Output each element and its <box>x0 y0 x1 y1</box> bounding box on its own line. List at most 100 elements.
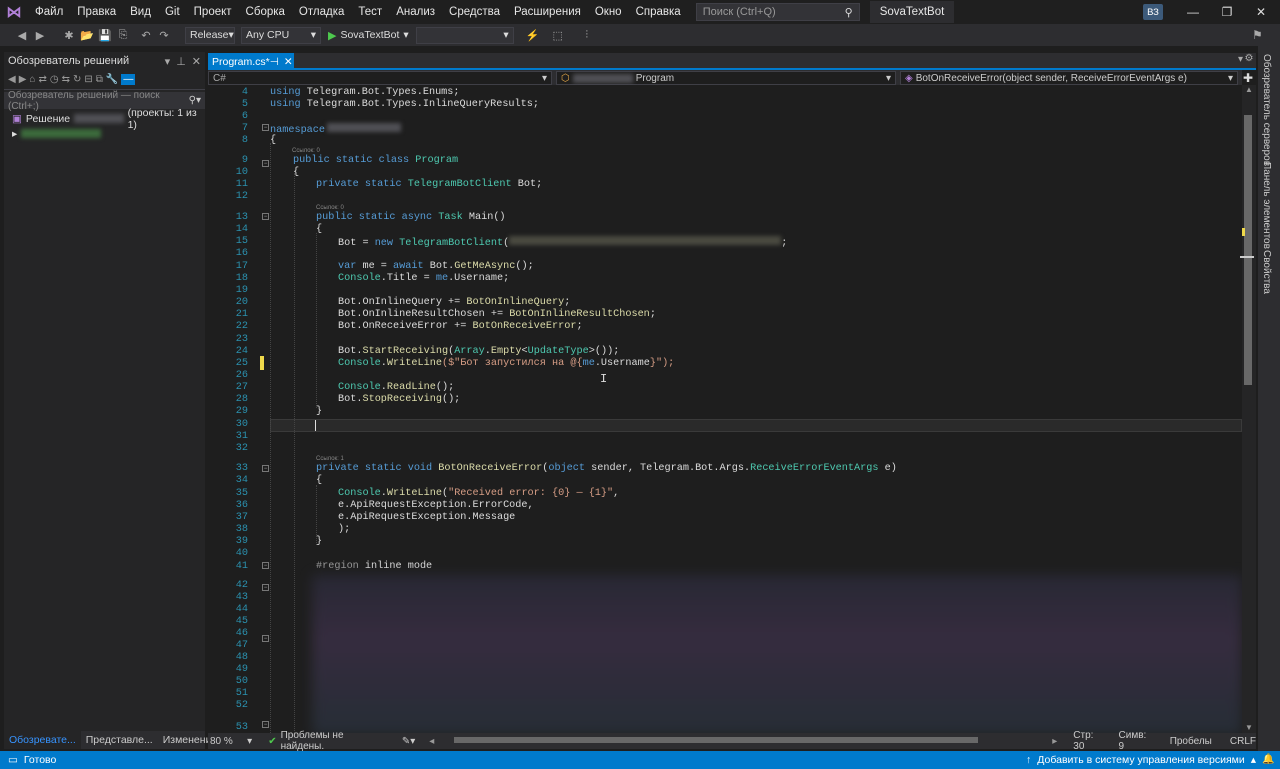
browse-icon[interactable]: ⬚ <box>550 29 566 42</box>
show-all-files-icon[interactable]: ⧉ <box>96 74 103 85</box>
tab-class-view[interactable]: Представле... <box>81 731 158 749</box>
scroll-right-icon[interactable]: ▸ <box>1052 736 1057 747</box>
pin-icon[interactable]: ⊥ <box>176 55 186 68</box>
solution-node[interactable]: ▣ Решение (проекты: 1 из 1) <box>4 107 205 131</box>
column-indicator[interactable]: Симв: 9 <box>1119 730 1152 752</box>
project-dropdown[interactable]: C# ▾ <box>208 71 552 85</box>
class-dropdown[interactable]: ⬡ Program ▾ <box>556 71 896 85</box>
menu-window[interactable]: Окно <box>588 0 629 24</box>
undo-icon[interactable]: ↶ <box>138 29 154 42</box>
scroll-left-icon[interactable]: ◂ <box>429 736 434 747</box>
solution-explorer-title: Обозреватель решений <box>8 55 130 67</box>
configuration-select[interactable]: Release ▾ <box>185 26 235 44</box>
expand-arrow-icon[interactable]: ▸ <box>12 128 17 140</box>
member-dropdown[interactable]: ◈ BotOnReceiveError(object sender, Recei… <box>900 71 1238 85</box>
collapse-all-icon[interactable]: ⊟ <box>84 74 92 85</box>
fold-icon[interactable]: − <box>262 213 269 220</box>
save-all-icon[interactable]: ⎘ <box>115 29 131 42</box>
fold-icon[interactable]: − <box>262 721 269 728</box>
hot-reload-icon[interactable]: ⚡ <box>525 29 541 42</box>
menu-file[interactable]: Файл <box>28 0 70 24</box>
menu-debug[interactable]: Отладка <box>292 0 351 24</box>
issues-indicator[interactable]: ✔ Проблемы не найдены. <box>268 730 380 752</box>
live-share-icon[interactable]: ⚑ <box>1252 28 1263 42</box>
menu-project[interactable]: Проект <box>187 0 239 24</box>
switch-views-icon[interactable]: ⇄ <box>38 74 46 85</box>
codelens-references[interactable]: Ссылок: 0 <box>316 205 344 211</box>
global-search-input[interactable]: Поиск (Ctrl+Q) ⚲ <box>695 3 860 21</box>
scroll-down-icon[interactable]: ▼ <box>1245 723 1253 732</box>
layout-icon[interactable]: ⫶ <box>579 29 595 42</box>
refresh-icon[interactable]: ↻ <box>73 74 81 85</box>
home-icon[interactable]: ⌂ <box>29 74 35 85</box>
menu-extensions[interactable]: Расширения <box>507 0 588 24</box>
chevron-down-icon: ▾ <box>503 29 509 41</box>
settings-gear-icon[interactable]: ⚙ <box>1242 53 1256 70</box>
class-name: Program <box>635 72 675 84</box>
menu-build[interactable]: Сборка <box>239 0 292 24</box>
platform-value: Any CPU <box>246 29 290 41</box>
fold-icon[interactable]: − <box>262 465 269 472</box>
save-icon[interactable]: 💾 <box>97 29 113 42</box>
close-tab-icon[interactable]: ✕ <box>284 56 293 68</box>
tab-solution-explorer[interactable]: Обозревате... <box>4 731 81 749</box>
close-icon[interactable]: ✕ <box>1244 0 1278 24</box>
back-icon[interactable]: ◀ <box>8 74 16 85</box>
menu-edit[interactable]: Правка <box>70 0 123 24</box>
line-number: 32 <box>235 443 248 454</box>
line-ending-indicator[interactable]: CRLF <box>1230 736 1256 747</box>
pin-icon[interactable]: ⊣ <box>270 56 279 68</box>
menu-view[interactable]: Вид <box>123 0 158 24</box>
open-file-icon[interactable]: 📂 <box>79 29 95 42</box>
menu-analyze[interactable]: Анализ <box>389 0 442 24</box>
code-cleanup-icon[interactable]: ✎▾ <box>402 736 415 747</box>
run-button[interactable]: ▶ SovaTextBot ▾ <box>328 29 409 42</box>
explorer-bottom-tabs: Обозревате... Представле... Изменения... <box>4 731 226 749</box>
codelens-references[interactable]: Ссылок: 0 <box>292 148 320 154</box>
codelens-references[interactable]: Ссылок: 1 <box>316 456 344 462</box>
menu-help[interactable]: Справка <box>629 0 688 24</box>
tab-toolbox[interactable]: Панель элементов <box>1261 162 1272 249</box>
horizontal-scroll-thumb[interactable] <box>454 737 978 743</box>
account-avatar[interactable]: ВЗ <box>1143 4 1163 20</box>
scroll-up-icon[interactable]: ▲ <box>1245 85 1253 94</box>
add-to-source-control-button[interactable]: ↑ Добавить в систему управления версиями… <box>1026 754 1256 766</box>
fold-icon[interactable]: − <box>262 124 269 131</box>
fold-icon[interactable]: − <box>262 562 269 569</box>
maximize-icon[interactable]: ❐ <box>1210 0 1244 24</box>
split-editor-icon[interactable]: ✚ <box>1243 71 1253 85</box>
tab-properties[interactable]: Свойства <box>1261 250 1272 294</box>
close-panel-icon[interactable]: ✕ <box>192 55 201 68</box>
new-project-icon[interactable]: ✱ <box>61 29 77 42</box>
indentation-indicator[interactable]: Пробелы <box>1170 736 1212 747</box>
code-line-10: { <box>293 167 300 178</box>
back-icon[interactable]: ◀ <box>14 29 30 42</box>
zoom-select[interactable]: 80 % ▾ <box>208 736 252 747</box>
forward-icon[interactable]: ▶ <box>19 74 27 85</box>
tab-server-explorer[interactable]: Обозреватель серверов <box>1261 54 1272 166</box>
blurred-code-region <box>312 575 1242 733</box>
dropdown-icon[interactable]: ▾ <box>165 55 171 68</box>
platform-select[interactable]: Any CPU ▾ <box>241 26 321 44</box>
sync-icon[interactable]: ⇆ <box>62 74 70 85</box>
fold-icon[interactable]: − <box>262 635 269 642</box>
startup-item-select[interactable]: ▾ <box>415 26 514 44</box>
redo-icon[interactable]: ↷ <box>156 29 172 42</box>
menu-tools[interactable]: Средства <box>442 0 507 24</box>
fold-icon[interactable]: − <box>262 160 269 167</box>
code-editor[interactable]: 4 5 6 7 8 9 10 11 12 13 14 15 16 17 18 19 20 21 22 23 24 25 26… <box>208 85 1242 733</box>
preview-icon[interactable]: — <box>121 74 136 85</box>
code-line-34: { <box>316 475 323 486</box>
forward-icon[interactable]: ▶ <box>32 29 48 42</box>
pending-changes-icon[interactable]: ◷ <box>50 74 59 85</box>
menu-test[interactable]: Тест <box>351 0 389 24</box>
line-number: 7 <box>241 123 248 134</box>
properties-icon[interactable]: 🔧 <box>106 74 118 85</box>
vertical-scroll-thumb[interactable] <box>1244 115 1252 385</box>
menu-git[interactable]: Git <box>158 0 187 24</box>
fold-icon[interactable]: − <box>262 584 269 591</box>
notifications-bell-icon[interactable]: 🔔 <box>1262 754 1274 765</box>
minimize-icon[interactable]: — <box>1176 0 1210 24</box>
tab-program-cs[interactable]: Program.cs* ⊣ ✕ <box>208 53 294 70</box>
line-indicator[interactable]: Стр: 30 <box>1073 730 1104 752</box>
